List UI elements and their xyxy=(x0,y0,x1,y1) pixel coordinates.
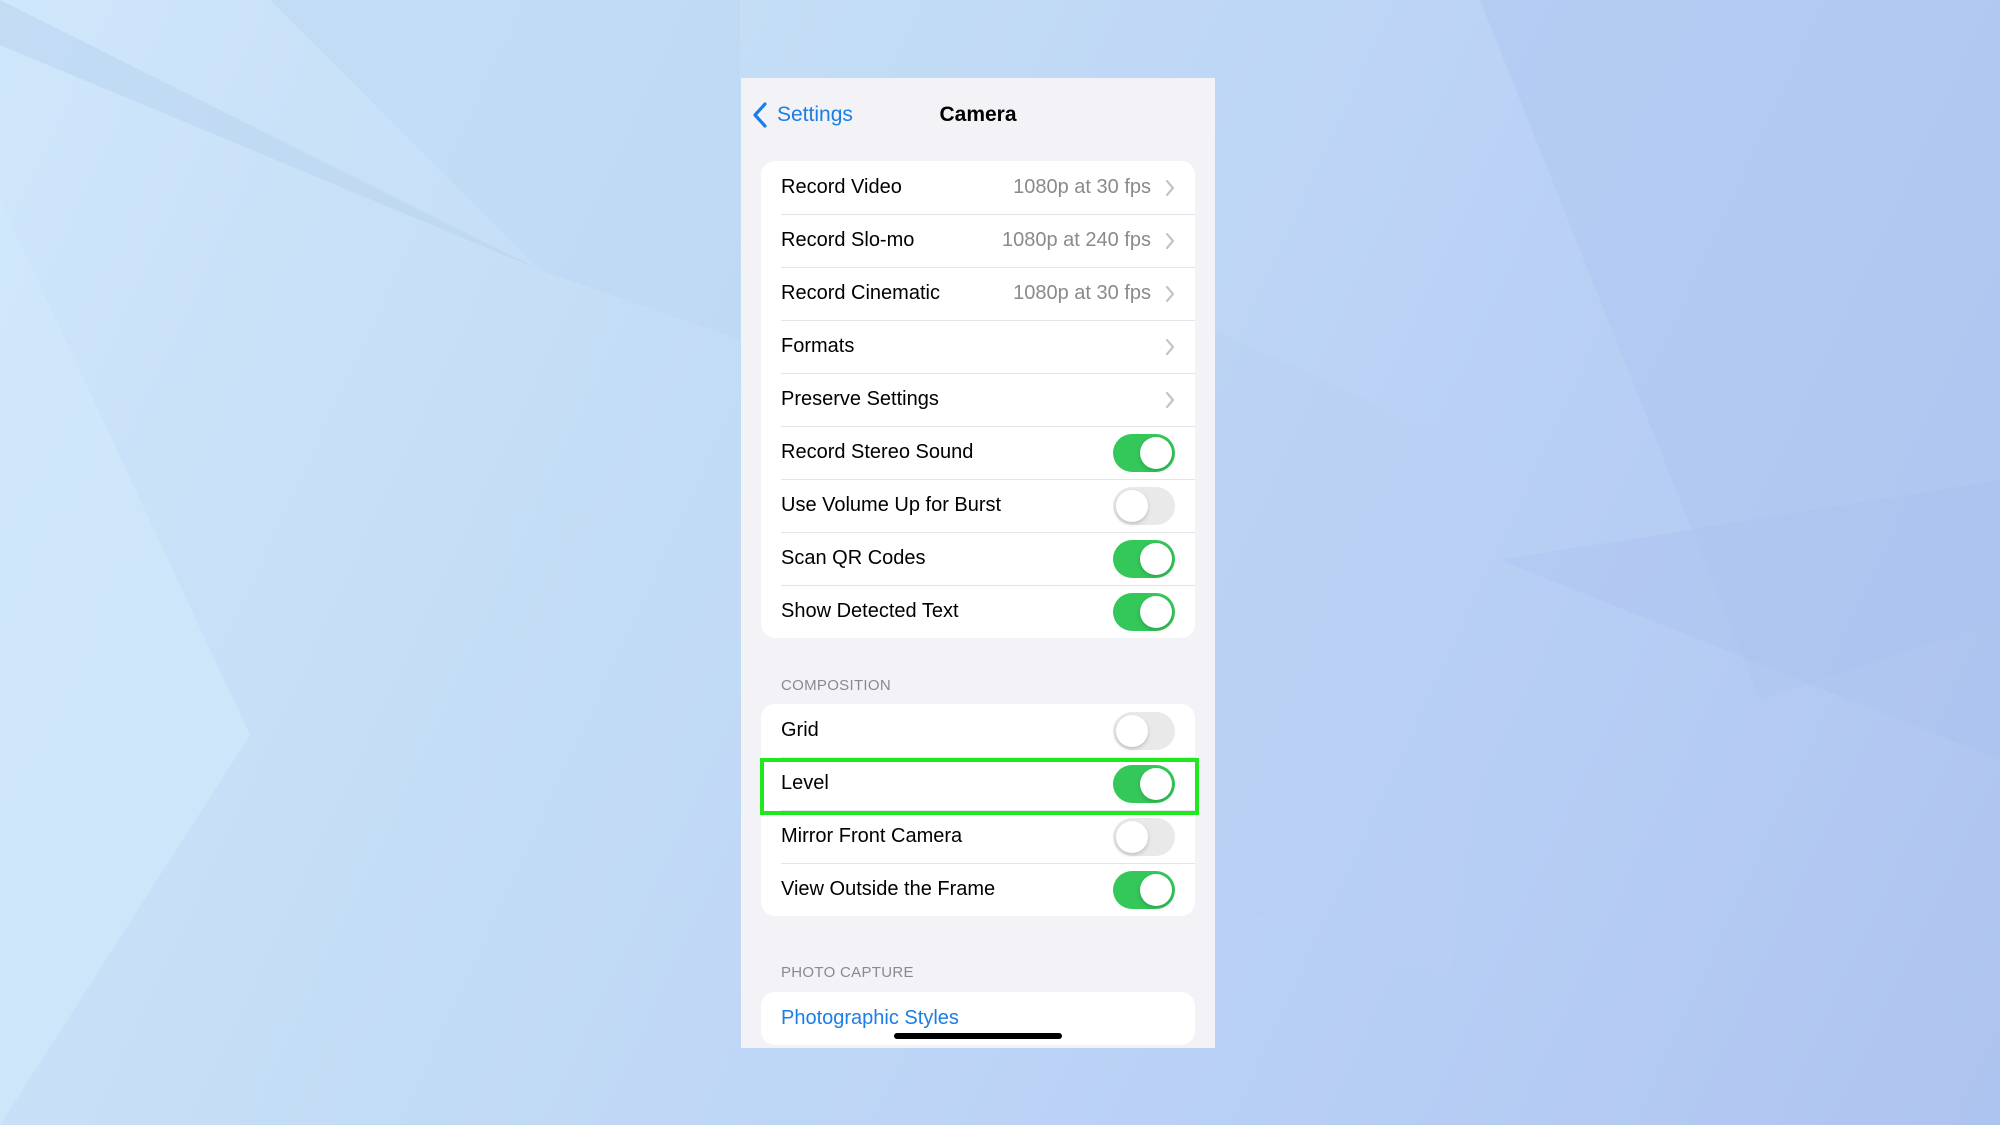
row-label: Level xyxy=(781,772,829,794)
chevron-right-icon xyxy=(1165,391,1175,408)
settings-row-level: Level xyxy=(761,757,1195,810)
toggle-knob xyxy=(1140,436,1172,469)
row-label: Record Cinematic xyxy=(781,282,940,304)
settings-row-record-stereo-sound: Record Stereo Sound xyxy=(761,426,1195,479)
row-label: Record Stereo Sound xyxy=(781,441,974,463)
row-label: Scan QR Codes xyxy=(781,547,926,569)
row-label: Preserve Settings xyxy=(781,388,939,410)
toggle-knob xyxy=(1140,767,1172,800)
settings-row-formats[interactable]: Formats xyxy=(761,320,1195,373)
settings-row-record-slo-mo[interactable]: Record Slo-mo 1080p at 240 fps xyxy=(761,214,1195,267)
row-label: Grid xyxy=(781,719,819,741)
navigation-bar: Settings Camera xyxy=(741,78,1215,150)
toggle-knob xyxy=(1116,820,1148,853)
settings-row-preserve-settings[interactable]: Preserve Settings xyxy=(761,373,1195,426)
toggle-view-outside-the-frame[interactable] xyxy=(1113,870,1175,909)
row-label: Mirror Front Camera xyxy=(781,825,963,847)
toggle-level[interactable] xyxy=(1113,764,1175,803)
row-label: Show Detected Text xyxy=(781,600,959,622)
toggle-show-detected-text[interactable] xyxy=(1113,592,1175,631)
section-header-composition: COMPOSITION xyxy=(781,677,891,694)
chevron-right-icon xyxy=(1165,285,1175,302)
row-label: View Outside the Frame xyxy=(781,878,996,900)
toggle-grid[interactable] xyxy=(1113,711,1175,750)
toggle-knob xyxy=(1140,595,1172,628)
toggle-knob xyxy=(1116,489,1148,522)
settings-row-record-cinematic[interactable]: Record Cinematic 1080p at 30 fps xyxy=(761,267,1195,320)
row-label: Photographic Styles xyxy=(781,1007,959,1029)
phone-screen: Settings Camera Record Video 1080p at 30 … xyxy=(741,78,1215,1048)
toggle-knob xyxy=(1140,542,1172,575)
home-indicator[interactable] xyxy=(894,1033,1062,1039)
toggle-mirror-front-camera[interactable] xyxy=(1113,817,1175,856)
row-label: Record Video xyxy=(781,176,902,198)
settings-row-show-detected-text: Show Detected Text xyxy=(761,585,1195,638)
row-label: Formats xyxy=(781,335,855,357)
toggle-record-stereo-sound[interactable] xyxy=(1113,433,1175,472)
chevron-right-icon xyxy=(1165,338,1175,355)
toggle-scan-qr-codes[interactable] xyxy=(1113,539,1175,578)
toggle-knob xyxy=(1140,873,1172,906)
composition-group: Grid Level Mirror Front Camera View Outside… xyxy=(761,704,1195,916)
page-title: Camera xyxy=(939,103,1017,126)
settings-row-grid: Grid xyxy=(761,704,1195,757)
row-value: 1080p at 240 fps xyxy=(1001,229,1151,251)
settings-row-mirror-front-camera: Mirror Front Camera xyxy=(761,810,1195,863)
settings-row-use-volume-up-for-burst: Use Volume Up for Burst xyxy=(761,479,1195,532)
settings-row-scan-qr-codes: Scan QR Codes xyxy=(761,532,1195,585)
row-value: 1080p at 30 fps xyxy=(1013,176,1151,198)
camera-settings-group: Record Video 1080p at 30 fps Record Slo-mo… xyxy=(761,161,1195,638)
section-header-photo-capture: PHOTO CAPTURE xyxy=(781,964,914,981)
toggle-use-volume-up-for-burst[interactable] xyxy=(1113,486,1175,525)
row-value: 1080p at 30 fps xyxy=(1013,282,1151,304)
toggle-knob xyxy=(1116,714,1148,747)
settings-row-view-outside-the-frame: View Outside the Frame xyxy=(761,863,1195,916)
settings-row-record-video[interactable]: Record Video 1080p at 30 fps xyxy=(761,161,1195,214)
row-label: Record Slo-mo xyxy=(781,229,915,251)
row-label: Use Volume Up for Burst xyxy=(781,494,1002,516)
chevron-right-icon xyxy=(1165,179,1175,196)
chevron-right-icon xyxy=(1165,232,1175,249)
